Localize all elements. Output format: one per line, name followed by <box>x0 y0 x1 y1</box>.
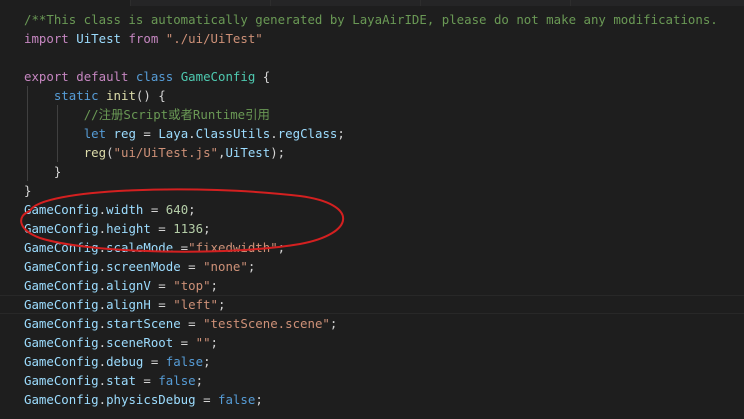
annotation-ellipse-stroke <box>20 188 345 253</box>
code-editor[interactable]: /**This class is automatically generated… <box>0 6 744 419</box>
annotation-ellipse <box>20 188 345 253</box>
